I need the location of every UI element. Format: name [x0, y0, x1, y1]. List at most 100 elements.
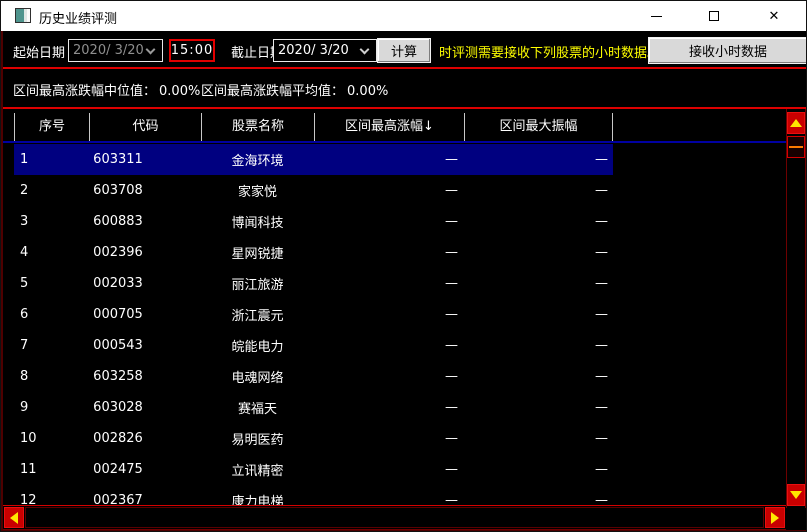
toolbar: 起始日期 2020/ 3/20 15:00 截止日期 2020/ 3/20 计算…	[3, 32, 806, 67]
cell-code: 603708	[89, 183, 201, 198]
cell-amp: —	[464, 307, 613, 322]
table-row[interactable]: 11002475立讯精密——	[14, 454, 613, 485]
cell-gain: —	[314, 400, 464, 415]
median-stat: 区间最高涨跌幅中位值：0.00%	[13, 80, 200, 99]
horizontal-scrollbar[interactable]	[3, 505, 786, 530]
table-row[interactable]: 6000705浙江震元——	[14, 299, 613, 330]
scroll-down-button[interactable]	[787, 484, 805, 506]
cell-seq: 1	[14, 152, 89, 167]
cell-code: 600883	[89, 214, 201, 229]
stock-table: 序号 代码 股票名称 区间最高涨幅↓ 区间最大振幅 1603311金海环境——2…	[3, 109, 786, 506]
minimize-icon	[651, 16, 662, 17]
cell-code: 000543	[89, 338, 201, 353]
window-title: 历史业绩评测	[39, 8, 117, 27]
cell-amp: —	[464, 462, 613, 477]
horizontal-scroll-track[interactable]	[25, 507, 764, 528]
table-row[interactable]: 7000543皖能电力——	[14, 330, 613, 361]
column-header-seq[interactable]: 序号	[14, 113, 89, 141]
column-header-code[interactable]: 代码	[89, 113, 201, 141]
start-date-value: 2020/ 3/20	[73, 43, 144, 58]
cell-code: 002033	[89, 276, 201, 291]
cell-seq: 3	[14, 214, 89, 229]
triangle-right-icon	[771, 512, 779, 524]
column-header-name[interactable]: 股票名称	[201, 113, 314, 141]
cell-gain: —	[314, 245, 464, 260]
table-row[interactable]: 4002396星网锐捷——	[14, 237, 613, 268]
start-date-label: 起始日期	[13, 42, 65, 61]
cell-amp: —	[464, 152, 613, 167]
cell-name: 博闻科技	[201, 212, 314, 231]
cell-amp: —	[464, 400, 613, 415]
receive-hour-data-button[interactable]: 接收小时数据	[648, 37, 807, 64]
cell-gain: —	[314, 307, 464, 322]
cell-name: 浙江震元	[201, 305, 314, 324]
cell-name: 金海环境	[201, 150, 314, 169]
cell-code: 002826	[89, 431, 201, 446]
notice-text: 时评测需要接收下列股票的小时数据。	[439, 42, 660, 61]
cell-seq: 7	[14, 338, 89, 353]
close-icon: ✕	[769, 10, 780, 23]
cell-gain: —	[314, 462, 464, 477]
cell-name: 赛福天	[201, 398, 314, 417]
mean-stat: 区间最高涨跌幅平均值：0.00%	[201, 80, 388, 99]
cell-code: 002475	[89, 462, 201, 477]
scroll-left-button[interactable]	[4, 507, 24, 528]
minimize-button[interactable]	[633, 1, 679, 31]
cell-seq: 6	[14, 307, 89, 322]
stats-bar: 区间最高涨跌幅中位值：0.00% 区间最高涨跌幅平均值：0.00%	[3, 69, 806, 107]
vertical-scrollbar[interactable]	[786, 109, 806, 508]
scroll-up-button[interactable]	[787, 112, 805, 134]
table-row[interactable]: 5002033丽江旅游——	[14, 268, 613, 299]
table-row[interactable]: 8603258电魂网络——	[14, 361, 613, 392]
table-row[interactable]: 12002367康力电梯——	[14, 485, 613, 506]
triangle-down-icon	[790, 491, 802, 499]
cell-name: 康力电梯	[201, 491, 314, 506]
cell-name: 丽江旅游	[201, 274, 314, 293]
cell-seq: 4	[14, 245, 89, 260]
cell-amp: —	[464, 183, 613, 198]
calculate-button[interactable]: 计算	[377, 38, 431, 63]
cell-name: 立讯精密	[201, 460, 314, 479]
table-header: 序号 代码 股票名称 区间最高涨幅↓ 区间最大振幅	[14, 113, 613, 141]
table-row[interactable]: 1603311金海环境——	[14, 144, 613, 175]
cell-code: 603028	[89, 400, 201, 415]
cell-code: 603311	[89, 152, 201, 167]
scroll-right-button[interactable]	[765, 507, 785, 528]
maximize-icon	[709, 11, 719, 21]
cell-seq: 10	[14, 431, 89, 446]
title-bar: 历史业绩评测 ✕	[1, 1, 806, 31]
time-field[interactable]: 15:00	[169, 39, 215, 62]
table-body: 1603311金海环境——2603708家家悦——3600883博闻科技——40…	[14, 144, 613, 506]
cell-seq: 8	[14, 369, 89, 384]
vertical-scroll-thumb[interactable]	[787, 136, 805, 158]
thumb-notch	[789, 146, 803, 148]
cell-seq: 11	[14, 462, 89, 477]
cell-amp: —	[464, 369, 613, 384]
cell-name: 星网锐捷	[201, 243, 314, 262]
cell-gain: —	[314, 369, 464, 384]
cell-gain: —	[314, 183, 464, 198]
start-date-select[interactable]: 2020/ 3/20	[68, 39, 163, 62]
end-date-select[interactable]: 2020/ 3/20	[273, 39, 377, 62]
column-header-max-gain[interactable]: 区间最高涨幅↓	[314, 113, 464, 141]
cell-seq: 2	[14, 183, 89, 198]
cell-code: 002396	[89, 245, 201, 260]
table-row[interactable]: 3600883博闻科技——	[14, 206, 613, 237]
cell-code: 000705	[89, 307, 201, 322]
close-button[interactable]: ✕	[751, 1, 797, 31]
chevron-down-icon	[360, 45, 370, 55]
table-row[interactable]: 2603708家家悦——	[14, 175, 613, 206]
cell-code: 603258	[89, 369, 201, 384]
median-label: 区间最高涨跌幅中位值：	[13, 84, 156, 99]
cell-gain: —	[314, 338, 464, 353]
triangle-up-icon	[790, 119, 802, 127]
table-row[interactable]: 9603028赛福天——	[14, 392, 613, 423]
cell-amp: —	[464, 214, 613, 229]
column-header-amplitude[interactable]: 区间最大振幅	[464, 113, 613, 141]
cell-amp: —	[464, 245, 613, 260]
app-window: 历史业绩评测 ✕ 起始日期 2020/ 3/20 15:00 截止日期 2020…	[0, 0, 807, 532]
table-row[interactable]: 10002826易明医药——	[14, 423, 613, 454]
cell-gain: —	[314, 431, 464, 446]
maximize-button[interactable]	[691, 1, 737, 31]
cell-gain: —	[314, 276, 464, 291]
